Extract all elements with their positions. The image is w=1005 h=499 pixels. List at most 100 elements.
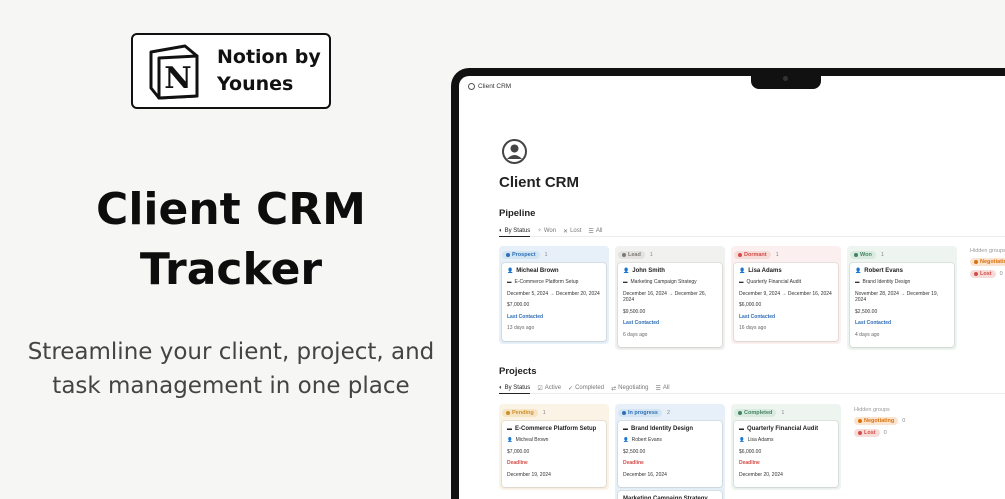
window-title[interactable]: Client CRM bbox=[478, 83, 511, 90]
pipeline-tab-lost[interactable]: ✕ Lost bbox=[563, 226, 581, 237]
person-icon: 👤 bbox=[623, 437, 629, 442]
projects-hidden-groups: Hidden groups Negotiating 0 Lost 0 bbox=[854, 407, 905, 437]
hidden-group-pill[interactable]: Negotiating bbox=[970, 258, 1005, 266]
project-card[interactable]: ▬ E-Commerce Platform Setup 👤 Micheal Brown… bbox=[502, 421, 606, 487]
project-card[interactable]: ▬ Quarterly Financial Audit 👤 Lisa Adams $6,… bbox=[734, 421, 838, 487]
hidden-group-pill-label: Negotiating bbox=[980, 259, 1005, 265]
client-card[interactable]: 👤 Lisa Adams ▬ Quarterly Financial Audit Dec… bbox=[734, 263, 838, 341]
person-icon: 👤 bbox=[623, 268, 630, 274]
folder-icon: ▬ bbox=[623, 279, 628, 284]
hero-subtitle: Streamline your client, project, and tas… bbox=[0, 335, 462, 403]
project-card[interactable]: Marketing Campaign Strategy bbox=[618, 491, 722, 499]
hidden-group-count: 0 bbox=[883, 430, 887, 436]
status-dot bbox=[858, 419, 862, 423]
projects-hidden-item[interactable]: Lost 0 bbox=[854, 429, 905, 437]
project-client-text: Lisa Adams bbox=[747, 437, 774, 443]
status-dot bbox=[738, 252, 742, 257]
projects-title[interactable]: Projects bbox=[499, 366, 537, 377]
pipeline-column-lead: Lead 1 👤 John Smith ▬ Marketing Campaign Stra… bbox=[615, 246, 725, 350]
folder-icon: ▬ bbox=[739, 426, 744, 432]
hidden-group-pill-label: Lost bbox=[980, 271, 992, 277]
client-value: $2,500.00 bbox=[855, 308, 878, 315]
checkbox-icon: ☑ bbox=[537, 385, 543, 392]
project-card[interactable]: ▬ Brand Identity Design 👤 Robert Evans $2,50… bbox=[618, 421, 722, 487]
projects-hidden-item[interactable]: Negotiating 0 bbox=[854, 417, 905, 425]
projects-tab-negotiating[interactable]: ⇄ Negotiating bbox=[611, 383, 648, 394]
page-avatar-icon bbox=[468, 83, 475, 90]
column-count: 1 bbox=[544, 251, 548, 258]
status-pill[interactable]: Prospect bbox=[502, 250, 540, 259]
pipeline-tab-all[interactable]: ☰ All bbox=[588, 226, 602, 237]
pipeline-column-prospect: Prospect 1 👤 Micheal Brown ▬ E-Commerce Platf… bbox=[499, 246, 609, 344]
status-pill[interactable]: Won bbox=[850, 250, 876, 259]
client-name: 👤 Lisa Adams bbox=[739, 268, 833, 274]
column-count: 1 bbox=[775, 251, 779, 258]
hidden-group-pill[interactable]: Lost bbox=[854, 429, 880, 437]
status-pill[interactable]: In progress bbox=[618, 408, 662, 417]
column-header: Pending 1 bbox=[502, 408, 606, 417]
project-client: 👤 Lisa Adams bbox=[739, 437, 773, 444]
column-header: Dormant 1 bbox=[734, 250, 838, 259]
hidden-group-count: 0 bbox=[902, 418, 906, 424]
folder-icon: ▬ bbox=[507, 426, 512, 432]
client-dates: December 5, 2024 → December 20, 2024 bbox=[507, 290, 600, 297]
client-name-text: Micheal Brown bbox=[516, 268, 559, 274]
projects-tab-label: Negotiating bbox=[618, 385, 649, 391]
deadline-date: December 20, 2024 bbox=[739, 471, 783, 478]
client-card[interactable]: 👤 Micheal Brown ▬ E-Commerce Platform Setup… bbox=[502, 263, 606, 341]
projects-tab-active[interactable]: ☑ Active bbox=[537, 383, 561, 394]
last-contacted-ago: 4 days ago bbox=[855, 331, 880, 338]
client-name-text: Robert Evans bbox=[864, 268, 903, 274]
brand-name-line1: Notion by bbox=[217, 46, 321, 68]
project-value: $2,500.00 bbox=[623, 448, 646, 455]
client-card[interactable]: 👤 Robert Evans ▬ Brand Identity Design Novem… bbox=[850, 263, 954, 347]
status-pill[interactable]: Lead bbox=[618, 250, 645, 259]
pipeline-hidden-item[interactable]: Lost 0 bbox=[970, 270, 1005, 278]
pipeline-column-dormant: Dormant 1 👤 Lisa Adams ▬ Quarterly Financial … bbox=[731, 246, 841, 344]
hidden-group-pill[interactable]: Lost bbox=[970, 270, 996, 278]
column-header: Completed 1 bbox=[734, 408, 838, 417]
hidden-group-pill[interactable]: Negotiating bbox=[854, 417, 899, 425]
status-dot bbox=[858, 431, 862, 435]
project-value: $6,000.00 bbox=[739, 448, 762, 455]
status-pill[interactable]: Dormant bbox=[734, 250, 771, 259]
status-dot bbox=[622, 410, 626, 415]
deadline-label: Deadline bbox=[623, 460, 644, 466]
client-project-text: Brand Identity Design bbox=[862, 279, 911, 285]
projects-tab-by-status[interactable]: ◐ By Status bbox=[499, 383, 531, 394]
user-avatar-icon[interactable] bbox=[501, 138, 528, 165]
person-icon: 👤 bbox=[855, 268, 862, 274]
hero-title: Client CRM Tracker bbox=[0, 180, 462, 300]
pipeline-hidden-item[interactable]: Negotiating bbox=[970, 258, 1005, 266]
last-contacted-ago: 16 days ago bbox=[739, 325, 767, 331]
last-contacted-label: Last Contacted bbox=[739, 313, 776, 320]
status-pill-label: Lead bbox=[628, 251, 641, 258]
column-header: In progress 2 bbox=[618, 408, 722, 417]
status-pill[interactable]: Pending bbox=[502, 408, 538, 417]
brand-logo: N Notion by Younes bbox=[131, 33, 331, 109]
status-pill-label: In progress bbox=[628, 409, 658, 416]
project-name: ▬ E-Commerce Platform Setup bbox=[507, 426, 601, 432]
status-pill[interactable]: Completed bbox=[734, 408, 777, 417]
projects-column-completed: Completed 1 ▬ Quarterly Financial Audit 👤 Lis… bbox=[731, 404, 841, 490]
pipeline-tab-by-status[interactable]: ◐ By Status bbox=[499, 226, 531, 237]
pipeline-tab-won[interactable]: ♆ Won bbox=[537, 226, 556, 237]
brand-name-line2: Younes bbox=[217, 73, 294, 95]
client-project: ▬ Brand Identity Design bbox=[855, 279, 910, 286]
check-icon: ✓ bbox=[568, 385, 574, 392]
status-dot bbox=[738, 410, 742, 415]
projects-tab-completed[interactable]: ✓ Completed bbox=[568, 383, 604, 394]
client-card[interactable]: 👤 John Smith ▬ Marketing Campaign Strategy D… bbox=[618, 263, 722, 347]
folder-icon: ▬ bbox=[623, 426, 628, 432]
camera-dot bbox=[783, 76, 788, 81]
pipeline-tab-label: Lost bbox=[570, 228, 582, 234]
status-dot bbox=[506, 252, 510, 257]
hidden-group-count: 0 bbox=[999, 271, 1003, 277]
status-dot bbox=[974, 260, 978, 264]
pipeline-tab-label: All bbox=[595, 228, 603, 234]
pipeline-title[interactable]: Pipeline bbox=[499, 208, 535, 219]
page-title: Client CRM bbox=[499, 174, 579, 191]
pipeline-column-won: Won 1 👤 Robert Evans ▬ Brand Identity Design N… bbox=[847, 246, 957, 350]
projects-tab-all[interactable]: ☰ All bbox=[655, 383, 669, 394]
person-icon: 👤 bbox=[507, 268, 514, 274]
